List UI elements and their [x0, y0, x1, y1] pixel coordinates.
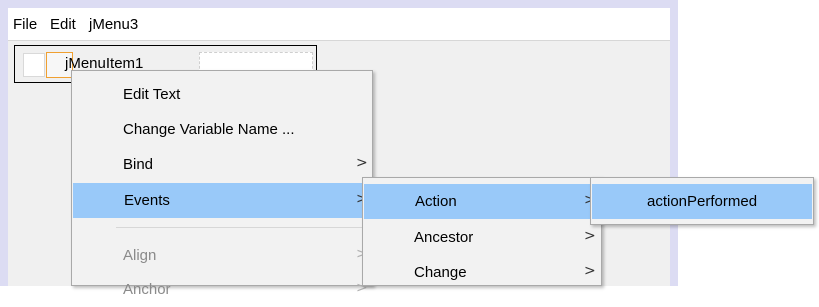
submenu-arrow-icon: > — [584, 263, 596, 279]
menu-item-label: actionPerformed — [647, 193, 758, 210]
menu-item-action[interactable]: Action > — [364, 184, 600, 219]
menu-item-change-variable-name[interactable]: Change Variable Name ... — [72, 112, 372, 147]
menu-item-label: Align — [123, 247, 157, 264]
menu-separator — [116, 227, 368, 228]
menu-item-edit-text[interactable]: Edit Text — [72, 77, 372, 112]
menu-bar: File Edit jMenu3 — [8, 8, 670, 41]
context-menu: Edit Text Change Variable Name ... Bind … — [71, 70, 373, 298]
menu-item-label: Events — [124, 192, 170, 209]
menu-item-label: Edit Text — [123, 86, 181, 103]
menu-item-check-slot — [23, 53, 45, 77]
menu-item-change[interactable]: Change > — [363, 255, 601, 290]
menu-item-label: Bind — [123, 156, 154, 173]
menu-item-ancestor[interactable]: Ancestor > — [363, 220, 601, 255]
menu-item-label: Ancestor — [414, 229, 474, 246]
menu-item-align[interactable]: Align > — [72, 238, 372, 273]
menu-item-label: Change Variable Name ... — [123, 121, 295, 138]
menu-item-bind[interactable]: Bind > — [72, 147, 372, 182]
menu-jmenu3[interactable]: jMenu3 — [89, 17, 138, 33]
menu-file[interactable]: File — [13, 17, 37, 33]
events-submenu: Action > Ancestor > Change > — [362, 177, 602, 286]
menu-item-label: Change — [414, 264, 467, 281]
menu-item-label: Anchor — [123, 281, 171, 298]
submenu-arrow-icon: > — [356, 155, 368, 171]
menu-item-anchor[interactable]: Anchor > — [72, 272, 372, 307]
menu-item-label: Action — [415, 193, 457, 210]
menu-edit[interactable]: Edit — [50, 17, 76, 33]
action-submenu: actionPerformed — [590, 177, 814, 225]
menu-item-events[interactable]: Events > — [73, 183, 371, 218]
menu-item-actionperformed[interactable]: actionPerformed — [592, 184, 812, 219]
